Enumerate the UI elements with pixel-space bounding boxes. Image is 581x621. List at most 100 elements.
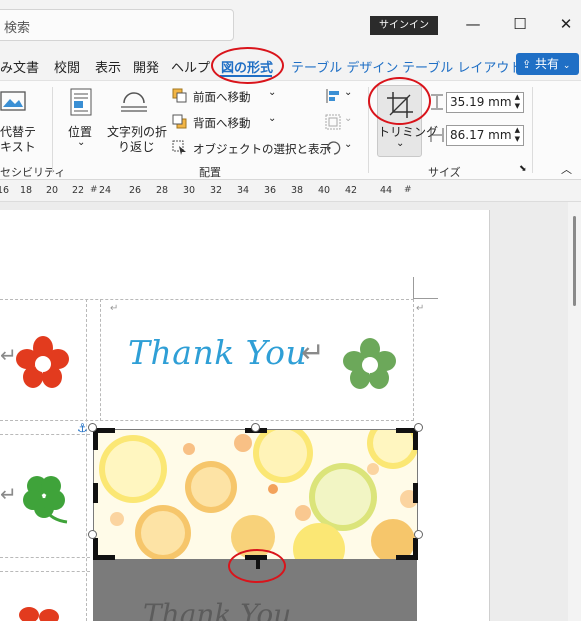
tab-table-layout[interactable]: テーブル レイアウト (402, 57, 522, 76)
table-border (86, 299, 87, 621)
ruler-number: 18 (20, 185, 33, 196)
ruler-number: 36 (264, 185, 277, 196)
crop-cursor-icon (249, 556, 267, 569)
share-button[interactable]: ⇪ 共有 ⌄ (516, 53, 579, 75)
table-border (0, 420, 414, 421)
thank-you-text[interactable]: Thank You (128, 333, 307, 372)
chevron-down-icon: ⌄ (268, 87, 277, 98)
ruler-column-marker[interactable]: # (404, 185, 412, 195)
crop-handle[interactable] (93, 538, 98, 560)
search-placeholder: 検索 (4, 21, 31, 36)
send-backward-button[interactable]: 背面へ移動 (193, 115, 251, 131)
group-objects-icon (325, 114, 341, 130)
ruler-number: 40 (318, 185, 331, 196)
crop-icon (387, 92, 413, 118)
width-value: 86.17 mm (450, 128, 512, 142)
table-border (413, 299, 414, 421)
crop-handle[interactable] (93, 483, 98, 503)
height-value: 35.19 mm (450, 95, 512, 109)
crop-handle[interactable] (413, 483, 418, 503)
width-icon (430, 128, 444, 142)
resize-handle[interactable] (414, 530, 423, 539)
ribbon-panel: 代替テ キスト セシビリティ 位置 ⌄ 文字列の折 り返し ⌄ 前面へ移動 ⌄ … (0, 80, 581, 180)
accessibility-group-label: セシビリティ (0, 166, 66, 179)
minimize-button[interactable]: — (463, 14, 483, 34)
tab-picture-format[interactable]: 図の形式 (221, 57, 273, 76)
bring-forward-button[interactable]: 前面へ移動 (193, 89, 251, 105)
cropped-ghost-text: Thank You (143, 598, 292, 621)
height-field[interactable]: 35.19 mm ▲ ▼ (446, 92, 524, 113)
search-box[interactable]: 検索 (0, 9, 234, 41)
crop-handle[interactable] (413, 538, 418, 560)
collapse-ribbon-icon[interactable]: ︿ (561, 161, 572, 177)
title-bar: 検索 サインイン — ☐ ✕ (0, 0, 581, 50)
group-separator (532, 87, 533, 173)
vertical-scrollbar[interactable] (568, 202, 581, 621)
paragraph-mark: ↵ (416, 303, 425, 314)
selection-pane-button[interactable]: オブジェクトの選択と表示 (193, 141, 331, 157)
wrap-text-icon (121, 92, 147, 112)
size-group-label: サイズ (428, 166, 461, 179)
width-spinner[interactable]: ▲ ▼ (515, 126, 520, 144)
position-icon (70, 88, 92, 116)
crop-label: トリミング (378, 125, 439, 139)
table-border (100, 299, 101, 421)
arrange-group-label: 配置 (199, 166, 221, 179)
red-flower-image[interactable] (15, 335, 71, 391)
scroll-thumb[interactable] (573, 216, 576, 306)
ruler-number: 34 (237, 185, 250, 196)
alt-text-icon (0, 91, 26, 111)
ruler-number: 42 (345, 185, 358, 196)
crop-button[interactable]: トリミング ⌄ (377, 85, 438, 157)
height-spinner[interactable]: ▲ ▼ (515, 93, 520, 111)
rotate-icon (326, 141, 341, 155)
ruler-number: 38 (291, 185, 304, 196)
sign-in-button[interactable]: サインイン (370, 16, 438, 35)
ruler-number: 30 (183, 185, 196, 196)
tab-help[interactable]: ヘルプ (171, 57, 210, 76)
anchor-icon[interactable]: ⚓ (77, 421, 88, 435)
height-icon (431, 94, 443, 110)
tab-view[interactable]: 表示 (95, 57, 121, 76)
table-border (0, 299, 414, 300)
chevron-down-icon: ⌄ (396, 138, 405, 149)
ruler-number: 20 (46, 185, 59, 196)
table-border (0, 557, 90, 558)
tab-mailings[interactable]: み文書 (0, 57, 39, 76)
ruler-number: 44 (380, 185, 393, 196)
alt-text-line2[interactable]: キスト (0, 138, 36, 155)
ruler-number: 32 (210, 185, 223, 196)
chevron-down-icon: ⌄ (147, 137, 156, 148)
ruler-number: 16 (0, 185, 10, 196)
chevron-down-icon: ⌄ (268, 113, 277, 124)
resize-handle[interactable] (88, 423, 97, 432)
group-separator (52, 87, 53, 173)
ruler-number: 24 (99, 185, 112, 196)
resize-handle[interactable] (251, 423, 260, 432)
dialog-launcher-icon[interactable]: ⬊ (519, 164, 527, 174)
resize-handle[interactable] (414, 423, 423, 432)
red-flower-image[interactable] (15, 603, 65, 621)
width-field[interactable]: 86.17 mm ▲ ▼ (446, 125, 524, 146)
resize-handle[interactable] (88, 530, 97, 539)
paragraph-mark: ↵ (110, 303, 119, 314)
close-button[interactable]: ✕ (556, 14, 576, 34)
maximize-button[interactable]: ☐ (510, 14, 530, 34)
active-tab-indicator (220, 75, 272, 77)
ribbon-tabs: み文書 校閲 表示 開発 ヘルプ 図の形式 テーブル デザイン テーブル レイア… (0, 50, 581, 80)
align-icon (326, 89, 339, 103)
ruler-column-marker[interactable]: # (90, 185, 98, 195)
send-backward-icon (172, 114, 187, 129)
clover-image[interactable] (15, 472, 73, 528)
tab-table-design[interactable]: テーブル デザイン (291, 57, 398, 76)
table-border (0, 571, 90, 572)
chevron-down-icon: ⌄ (77, 137, 86, 148)
green-flower-image[interactable] (342, 337, 398, 391)
tab-review[interactable]: 校閲 (54, 57, 80, 76)
group-separator (368, 87, 369, 173)
tab-developer[interactable]: 開発 (133, 57, 159, 76)
chevron-down-icon: ⌄ (344, 139, 353, 150)
selection-outline (93, 429, 418, 560)
paragraph-mark: ↵ (301, 336, 325, 369)
chevron-down-icon: ⌄ (562, 61, 571, 71)
